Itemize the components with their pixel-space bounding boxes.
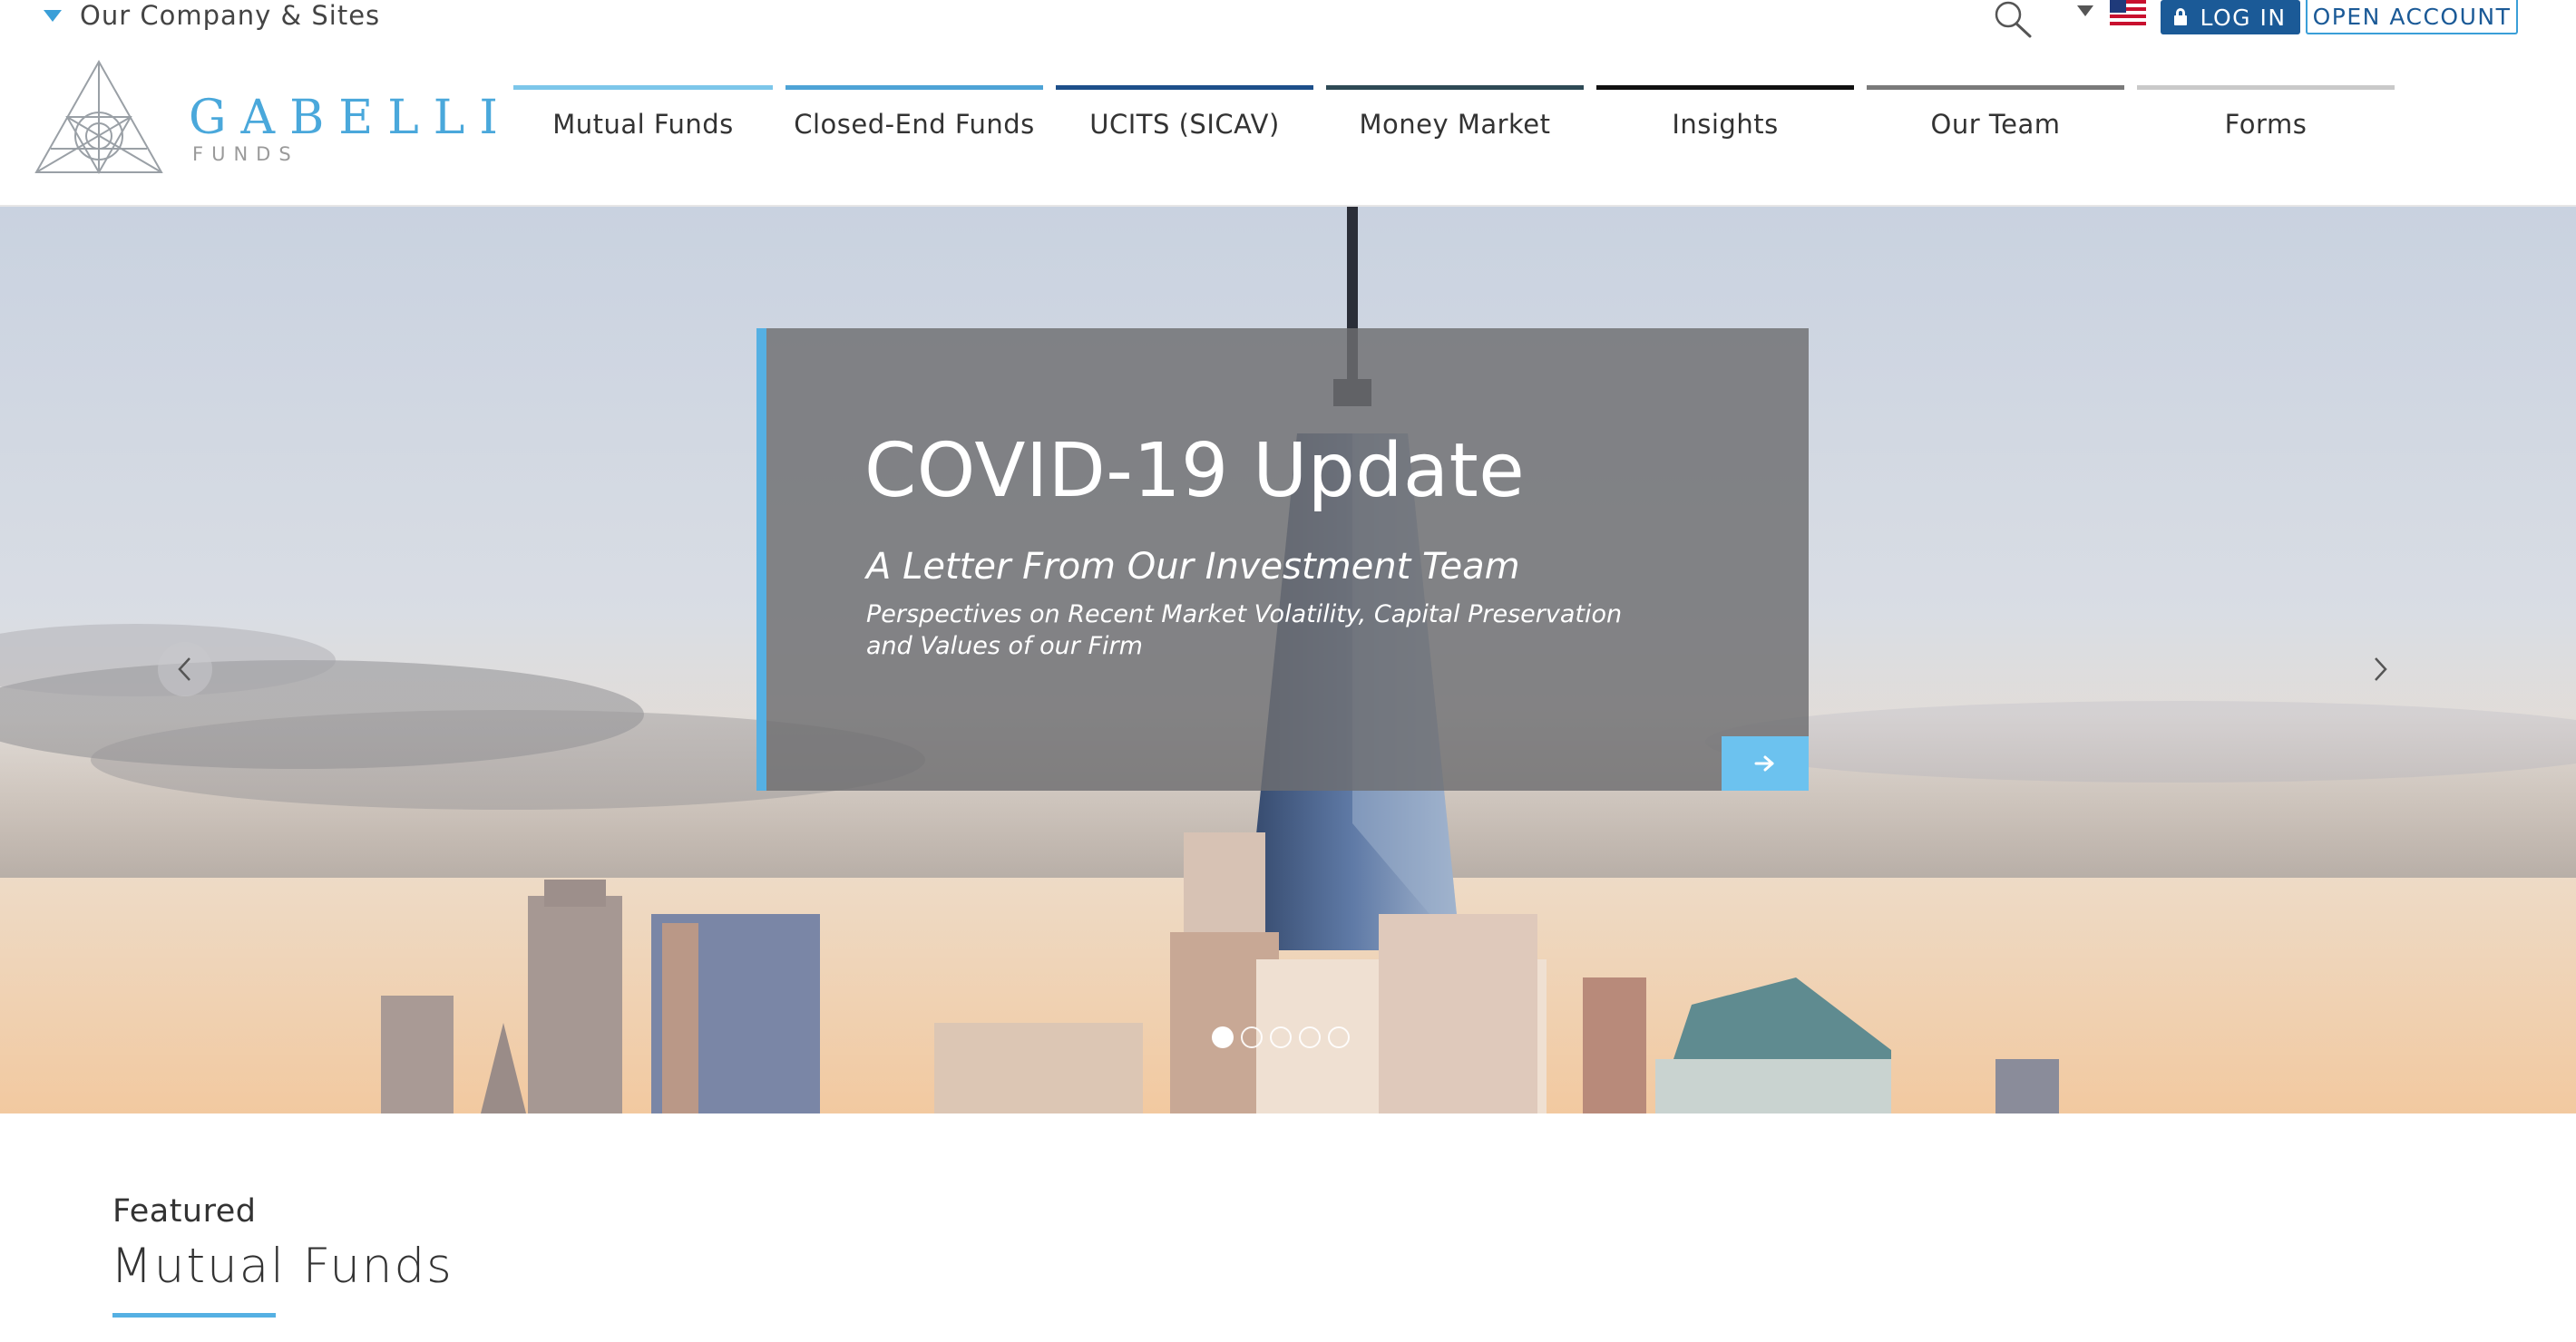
nav-item-insights[interactable]: Insights — [1596, 85, 1854, 158]
utility-bar: Our Company & Sites LOG IN OPEN ACCOUNT — [0, 0, 2576, 44]
nav-item-label: UCITS (SICAV) — [1089, 108, 1280, 140]
hero-description: Perspectives on Recent Market Volatility… — [866, 600, 1623, 660]
nav-item-label: Closed-End Funds — [794, 108, 1035, 140]
carousel-dot[interactable] — [1299, 1026, 1321, 1048]
logo-triangle-icon — [34, 59, 163, 175]
triangle-down-icon — [44, 9, 62, 22]
nav-item-label: Money Market — [1359, 108, 1551, 140]
carousel-dot[interactable] — [1328, 1026, 1350, 1048]
carousel-next-button[interactable] — [2353, 642, 2407, 696]
carousel-dot[interactable] — [1212, 1026, 1234, 1048]
nav-item-mutual-funds[interactable]: Mutual Funds — [513, 85, 773, 158]
us-flag-icon[interactable] — [2110, 0, 2146, 25]
carousel-pagination — [1212, 1026, 1350, 1048]
hero-slide-card: COVID-19 Update A Letter From Our Invest… — [756, 328, 1809, 791]
hero-carousel: COVID-19 Update A Letter From Our Invest… — [0, 207, 2576, 1113]
open-account-label: OPEN ACCOUNT — [2312, 3, 2512, 30]
nav-item-ucits-sicav[interactable]: UCITS (SICAV) — [1056, 85, 1313, 158]
logo-wordmark: GABELLI — [189, 91, 512, 145]
nav-item-our-team[interactable]: Our Team — [1867, 85, 2124, 158]
nav-item-money-market[interactable]: Money Market — [1326, 85, 1584, 158]
gabelli-logo[interactable]: GABELLI FUNDS — [33, 58, 498, 176]
arrow-right-icon — [1754, 755, 1774, 772]
featured-eyebrow: Featured — [112, 1193, 257, 1230]
hero-subtitle: A Letter From Our Investment Team — [866, 546, 1520, 588]
hero-read-more-button[interactable] — [1722, 736, 1809, 791]
logo-subtitle: FUNDS — [192, 143, 299, 165]
company-sites-toggle[interactable]: Our Company & Sites — [44, 0, 380, 31]
locale-dropdown-caret-icon[interactable] — [2077, 5, 2093, 16]
lock-icon — [2174, 8, 2188, 25]
search-button[interactable] — [1992, 0, 2035, 38]
login-label: LOG IN — [2200, 4, 2287, 31]
featured-underline — [112, 1313, 276, 1318]
login-button[interactable]: LOG IN — [2161, 0, 2300, 34]
chevron-right-icon — [2375, 657, 2387, 681]
hero-title: COVID-19 Update — [864, 428, 1526, 514]
open-account-button[interactable]: OPEN ACCOUNT — [2306, 0, 2518, 34]
carousel-dot[interactable] — [1270, 1026, 1292, 1048]
carousel-prev-button[interactable] — [158, 642, 212, 696]
nav-item-label: Forms — [2224, 108, 2308, 140]
nav-item-forms[interactable]: Forms — [2137, 85, 2395, 158]
company-sites-label: Our Company & Sites — [80, 0, 381, 31]
nav-item-closed-end-funds[interactable]: Closed-End Funds — [785, 85, 1043, 158]
chevron-left-icon — [178, 657, 190, 681]
nav-item-label: Insights — [1672, 108, 1779, 140]
featured-title: Mutual Funds — [111, 1239, 454, 1294]
nav-item-label: Our Team — [1930, 108, 2061, 140]
search-icon — [1995, 1, 2032, 38]
carousel-dot[interactable] — [1241, 1026, 1263, 1048]
nav-item-label: Mutual Funds — [552, 108, 734, 140]
